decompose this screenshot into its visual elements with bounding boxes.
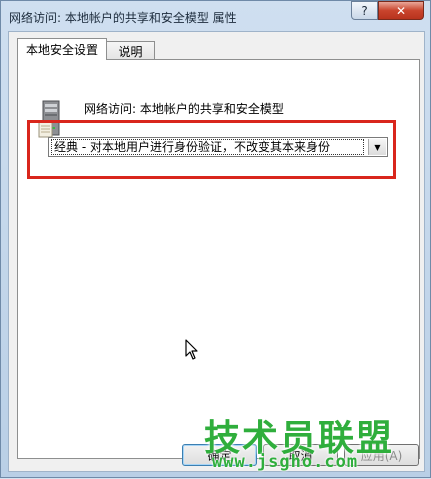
mouse-cursor-icon (185, 339, 198, 360)
watermark-url: www.jsgho.com (212, 452, 359, 472)
policy-title: 网络访问: 本地帐户的共享和安全模型 (84, 102, 284, 116)
tab-explain[interactable]: 说明 (106, 41, 155, 61)
tab-panel: 网络访问: 本地帐户的共享和安全模型 (17, 59, 420, 459)
tab-local-security-setting[interactable]: 本地安全设置 (17, 38, 107, 60)
chevron-down-icon[interactable]: ▼ (368, 139, 386, 155)
dropdown-selected-value: 经典 - 对本地用户进行身份验证，不改变其本来身份 (51, 139, 364, 155)
close-button[interactable]: ✕ (378, 1, 424, 20)
help-button[interactable]: ? (351, 1, 378, 20)
security-model-dropdown[interactable]: 经典 - 对本地用户进行身份验证，不改变其本来身份 ▼ (48, 137, 388, 157)
properties-dialog: 网络访问: 本地帐户的共享和安全模型 属性 ? ✕ 本地安全设置 说明 网络访问… (0, 0, 431, 478)
watermark-logo: 技术员联盟 www.jsgho.com (204, 409, 431, 479)
window-title: 网络访问: 本地帐户的共享和安全模型 属性 (9, 11, 237, 25)
dialog-body: 本地安全设置 说明 网络访问: 本地帐户的共享和安全模型 (8, 31, 425, 472)
